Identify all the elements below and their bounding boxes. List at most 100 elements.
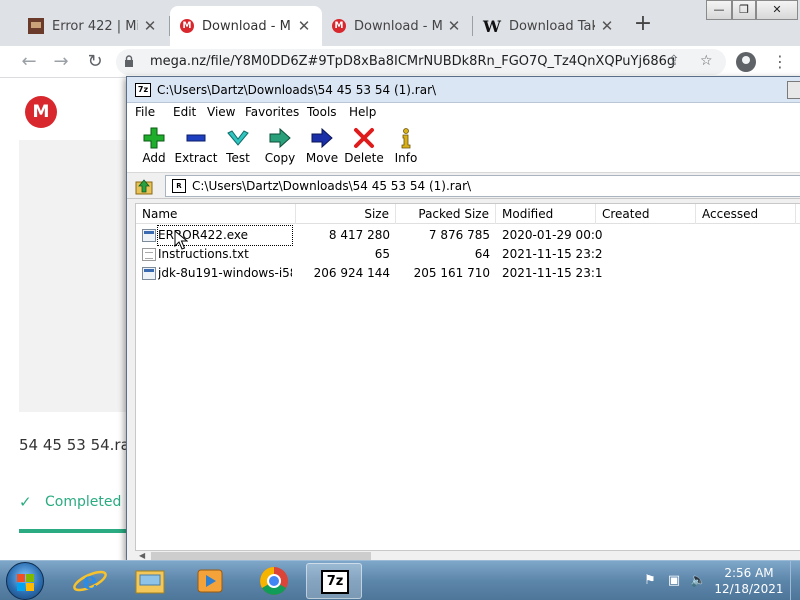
share-icon[interactable]: ⇪ <box>668 53 680 69</box>
chrome-icon <box>260 567 288 595</box>
info-button[interactable]: Info <box>384 127 428 169</box>
column-accessed[interactable]: Accessed <box>696 204 796 224</box>
url-text: mega.nz/file/Y8M0DD6Z#9TpD8xBa8ICMrNUBDk… <box>150 54 676 69</box>
minimize-button[interactable]: — <box>706 0 732 20</box>
exe-file-icon <box>142 229 156 242</box>
volume-icon[interactable]: 🔈 <box>690 573 706 589</box>
menu-favorites[interactable]: Favorites <box>245 105 299 119</box>
tab-mega-download-active[interactable]: M Download - MEGA ✕ <box>170 6 322 46</box>
7zip-app-icon: 7z <box>135 83 151 97</box>
clock-date[interactable]: 12/18/2021 <box>712 582 786 596</box>
taskbar: e 7z ⚑ ▣ 🔈 2:56 AM 12/18/2021 <box>0 560 800 600</box>
tab-download-takeownership[interactable]: W Download TakeOwnership ✕ <box>473 6 625 46</box>
menu-edit[interactable]: Edit <box>173 105 196 119</box>
info-icon <box>401 128 411 149</box>
extract-button[interactable]: Extract <box>174 127 218 169</box>
folder-up-icon[interactable] <box>135 177 153 195</box>
column-name[interactable]: Name <box>136 204 296 224</box>
info-label: Info <box>394 151 418 165</box>
column-created[interactable]: Created <box>596 204 696 224</box>
network-icon[interactable]: ▣ <box>666 573 682 589</box>
file-list-header: Name Size Packed Size Modified Created A… <box>136 204 800 224</box>
taskbar-file-explorer[interactable] <box>122 563 178 599</box>
back-arrow-icon[interactable]: ← <box>16 50 42 74</box>
show-desktop-button[interactable] <box>790 561 800 600</box>
bookmark-star-icon[interactable]: ☆ <box>700 53 713 69</box>
tab-mega-download[interactable]: M Download - MEGA ✕ <box>322 6 472 46</box>
7zip-window-title: C:\Users\Dartz\Downloads\54 45 53 54 (1)… <box>157 83 437 97</box>
table-row[interactable]: ERROR422.exe 8 417 280 7 876 785 2020-01… <box>136 225 800 246</box>
delete-x-icon <box>354 128 374 148</box>
delete-label: Delete <box>344 151 384 165</box>
w-logo-icon: W <box>483 16 501 36</box>
tab-strip: Error 422 | Minecraft ✕ M Download - MEG… <box>0 0 800 46</box>
file-modified: 2021-11-15 23:18 <box>502 266 602 280</box>
lock-icon[interactable] <box>124 55 134 67</box>
address-bar[interactable]: mega.nz/file/Y8M0DD6Z#9TpD8xBa8ICMrNUBDk… <box>116 49 726 75</box>
7zip-path-bar: R C:\Users\Dartz\Downloads\54 45 53 54 (… <box>127 173 800 199</box>
minus-icon <box>186 134 206 142</box>
windows-logo-icon <box>17 583 25 591</box>
mega-logo-icon[interactable]: M <box>25 96 57 128</box>
reload-icon[interactable]: ↻ <box>82 50 108 74</box>
test-button[interactable]: Test <box>216 127 260 169</box>
copy-button[interactable]: Copy <box>258 127 302 169</box>
taskbar-internet-explorer[interactable]: e <box>62 563 118 599</box>
menu-tools[interactable]: Tools <box>307 105 337 119</box>
tab-close-icon[interactable]: ✕ <box>446 17 462 35</box>
table-row[interactable]: jdk-8u191-windows-i58... 206 924 144 205… <box>136 264 800 283</box>
file-size: 206 924 144 <box>313 266 390 280</box>
path-input[interactable]: R C:\Users\Dartz\Downloads\54 45 53 54 (… <box>165 175 800 197</box>
column-packed-size[interactable]: Packed Size <box>396 204 496 224</box>
exe-file-icon <box>142 267 156 280</box>
scroll-left-icon[interactable]: ◀ <box>139 551 145 560</box>
media-player-icon <box>197 569 223 593</box>
chrome-menu-icon[interactable]: ⋮ <box>772 52 788 71</box>
table-row[interactable]: Instructions.txt 65 64 2021-11-15 23:25 <box>136 245 800 264</box>
file-modified: 2020-01-29 00:08 <box>502 228 602 242</box>
menu-file[interactable]: File <box>135 105 155 119</box>
scrollbar-thumb[interactable] <box>151 552 371 560</box>
add-button[interactable]: Add <box>132 127 176 169</box>
copy-arrow-icon <box>269 127 291 149</box>
archive-icon: R <box>172 179 186 193</box>
menu-help[interactable]: Help <box>349 105 376 119</box>
clock-time[interactable]: 2:56 AM <box>718 566 780 580</box>
windows-logo-icon <box>26 583 34 591</box>
column-size[interactable]: Size <box>296 204 396 224</box>
forward-arrow-icon[interactable]: → <box>48 50 74 74</box>
file-list[interactable]: Name Size Packed Size Modified Created A… <box>135 203 800 551</box>
file-size: 8 417 280 <box>328 228 390 242</box>
7zip-minimize-button[interactable] <box>787 81 800 99</box>
file-packed-size: 64 <box>474 247 490 261</box>
tab-error-422[interactable]: Error 422 | Minecraft ✕ <box>18 6 168 46</box>
7zip-toolbar: Add Extract Test Copy Move Delete Info <box>127 123 800 173</box>
move-button[interactable]: Move <box>300 127 344 169</box>
file-modified: 2021-11-15 23:25 <box>502 247 602 261</box>
download-status: Completed <box>45 494 122 510</box>
profile-avatar-icon[interactable] <box>736 52 756 72</box>
extract-label: Extract <box>174 151 218 165</box>
close-window-button[interactable]: ✕ <box>756 0 798 20</box>
new-tab-button[interactable]: + <box>630 12 656 38</box>
copy-label: Copy <box>264 151 296 165</box>
mega-filename: 54 45 53 54.rar <box>19 436 136 454</box>
file-name: jdk-8u191-windows-i58... <box>158 266 292 280</box>
mega-icon: M <box>332 19 346 33</box>
menu-view[interactable]: View <box>207 105 235 119</box>
taskbar-7zip[interactable]: 7z <box>306 563 362 599</box>
tab-close-icon[interactable]: ✕ <box>142 17 158 35</box>
action-center-flag-icon[interactable]: ⚑ <box>642 573 658 589</box>
7zip-icon: 7z <box>321 570 349 594</box>
7zip-titlebar[interactable]: 7z C:\Users\Dartz\Downloads\54 45 53 54 … <box>127 77 800 103</box>
taskbar-media-player[interactable] <box>182 563 238 599</box>
plus-icon <box>143 127 165 149</box>
delete-button[interactable]: Delete <box>342 127 386 169</box>
tab-label: Download - MEGA <box>354 18 442 34</box>
maximize-button[interactable]: ❐ <box>732 0 756 20</box>
column-modified[interactable]: Modified <box>496 204 596 224</box>
taskbar-chrome[interactable] <box>246 563 302 599</box>
tab-close-icon[interactable]: ✕ <box>599 17 615 35</box>
start-button[interactable] <box>6 562 44 600</box>
tab-close-icon[interactable]: ✕ <box>296 17 312 35</box>
